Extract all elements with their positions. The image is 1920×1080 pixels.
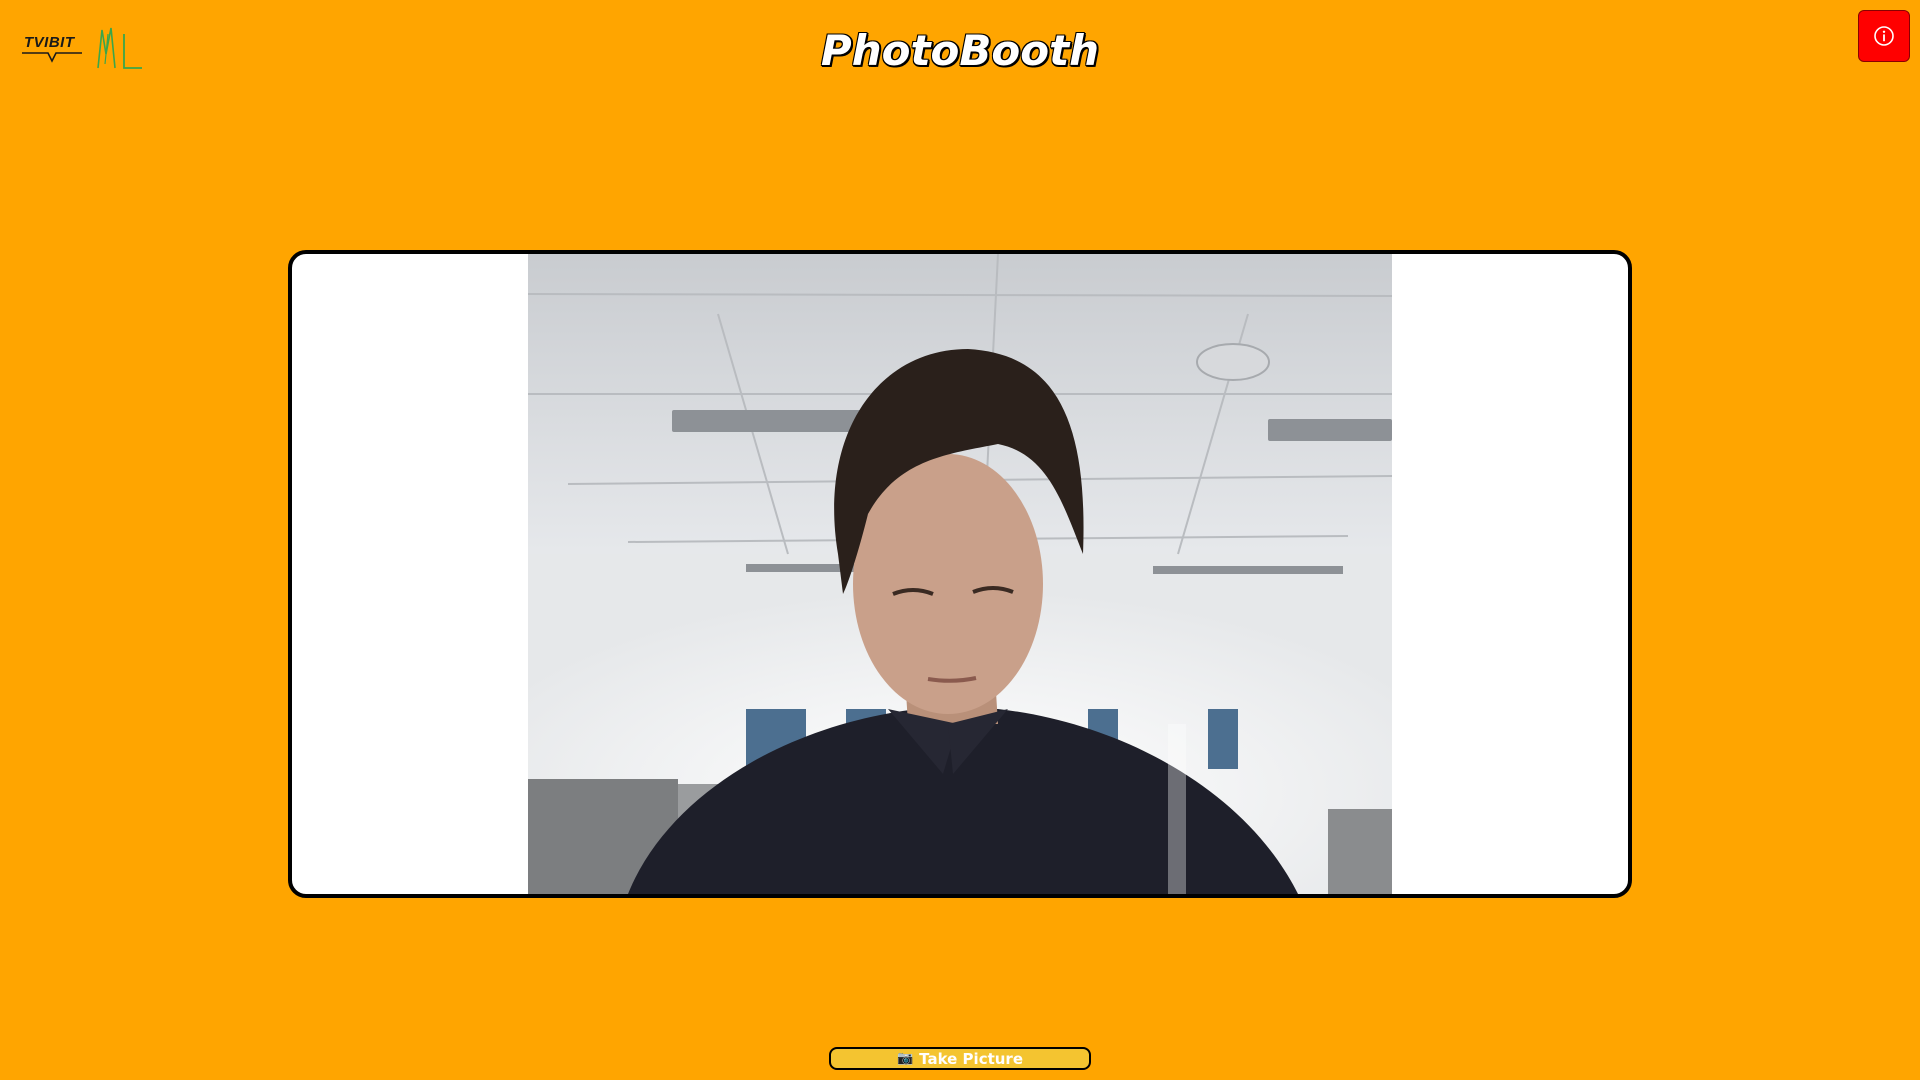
- info-icon: [1874, 26, 1894, 46]
- webcam-video: [528, 254, 1392, 894]
- take-picture-label: Take Picture: [919, 1049, 1024, 1068]
- camera-icon: 📷: [896, 1051, 914, 1066]
- app-title: PhotoBooth: [820, 26, 1100, 75]
- camera-frame: [288, 250, 1632, 898]
- take-picture-button[interactable]: 📷 Take Picture: [829, 1047, 1091, 1070]
- camera-feed: [528, 254, 1392, 894]
- info-button[interactable]: [1858, 10, 1910, 62]
